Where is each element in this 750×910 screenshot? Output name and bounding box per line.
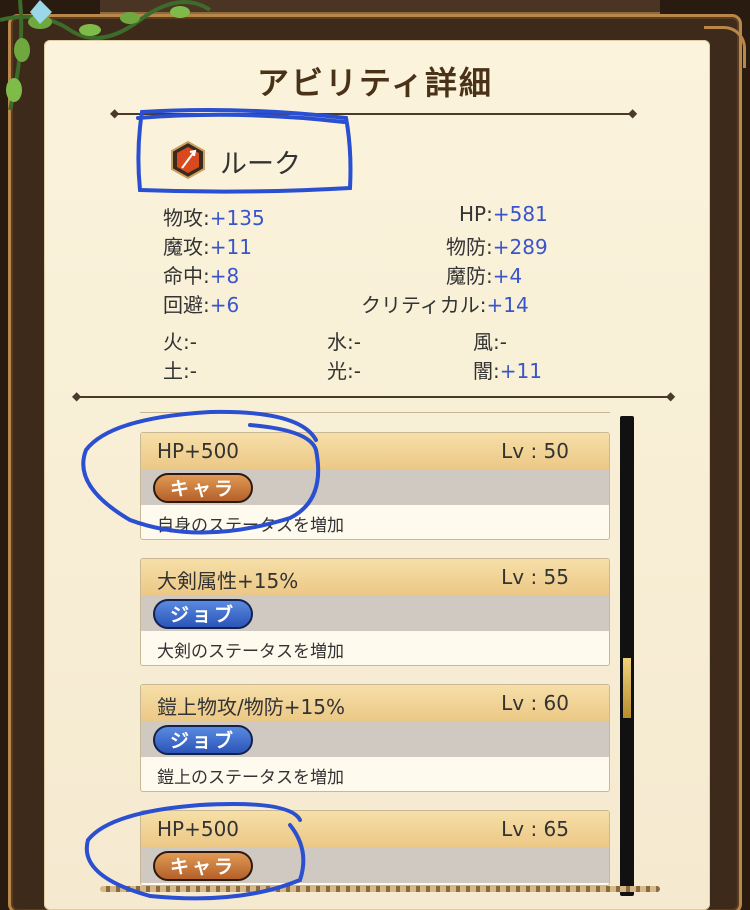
element-wind: 風:- bbox=[473, 330, 507, 354]
ability-card[interactable]: HP+500 Lv : 65 キャラ bbox=[140, 810, 610, 886]
weapon-emblem-icon bbox=[171, 140, 205, 180]
top-strip bbox=[100, 0, 660, 14]
element-light: 光:- bbox=[327, 359, 361, 383]
stat-phys-atk: 物攻:+135 bbox=[163, 206, 265, 230]
ability-name: 大剣属性+15% bbox=[157, 569, 299, 593]
chara-tag: キャラ bbox=[153, 851, 253, 881]
stat-accuracy: 命中:+8 bbox=[163, 264, 240, 288]
ability-name: HP+500 bbox=[157, 439, 240, 463]
stat-evasion: 回避:+6 bbox=[163, 293, 240, 317]
ability-name: 鎧上物攻/物防+15% bbox=[157, 695, 345, 719]
bottom-rope-decoration bbox=[100, 886, 660, 892]
element-earth: 土:- bbox=[163, 359, 197, 383]
ability-description: 自身のステータスを増加 bbox=[157, 516, 344, 536]
scrollbar-track[interactable] bbox=[620, 416, 634, 896]
element-dark: 闇:+11 bbox=[473, 359, 542, 383]
element-water: 水:- bbox=[327, 330, 361, 354]
divider-top: ◆ ◆ bbox=[110, 106, 638, 120]
stat-mag-atk: 魔攻:+11 bbox=[163, 235, 252, 259]
stat-critical: クリティカル:+14 bbox=[361, 293, 529, 317]
ability-card[interactable]: 大剣属性+15% Lv : 55 ジョブ 大剣のステータスを増加 bbox=[140, 558, 610, 666]
stat-phys-def: 物防:+289 bbox=[446, 235, 548, 259]
ability-description: 鎧上のステータスを増加 bbox=[157, 768, 344, 788]
element-fire: 火:- bbox=[163, 330, 197, 354]
ability-card[interactable]: HP+500 Lv : 50 キャラ 自身のステータスを増加 bbox=[140, 432, 610, 540]
stat-hp: HP:+581 bbox=[459, 202, 548, 226]
ability-description: 大剣のステータスを増加 bbox=[157, 642, 344, 662]
chara-tag: キャラ bbox=[153, 473, 253, 503]
stat-mag-def: 魔防:+4 bbox=[446, 264, 523, 288]
job-tag: ジョブ bbox=[153, 599, 253, 629]
ability-level: Lv : 55 bbox=[501, 565, 569, 589]
job-tag: ジョブ bbox=[153, 725, 253, 755]
list-top-line bbox=[140, 412, 610, 413]
ability-level: Lv : 50 bbox=[501, 439, 569, 463]
ability-name: HP+500 bbox=[157, 817, 240, 841]
divider-middle: ◆ ◆ bbox=[72, 389, 676, 403]
ability-level: Lv : 65 bbox=[501, 817, 569, 841]
ability-level: Lv : 60 bbox=[501, 691, 569, 715]
character-name: ルーク bbox=[220, 149, 301, 180]
scrollbar-thumb[interactable] bbox=[623, 658, 631, 718]
page-title: アビリティ詳細 bbox=[256, 64, 494, 102]
ability-card[interactable]: 鎧上物攻/物防+15% Lv : 60 ジョブ 鎧上のステータスを増加 bbox=[140, 684, 610, 792]
